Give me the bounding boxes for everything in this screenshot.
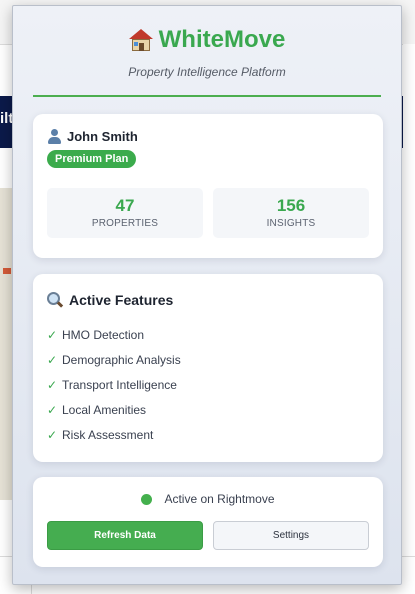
- feature-label: Local Amenities: [62, 402, 147, 417]
- user-icon: [47, 129, 62, 144]
- checkmark-icon: ✓: [47, 377, 58, 392]
- map-strip: [0, 188, 12, 500]
- feature-item: ✓ Transport Intelligence: [47, 372, 369, 397]
- checkmark-icon: ✓: [47, 352, 58, 367]
- feature-label: HMO Detection: [62, 327, 145, 342]
- stat-insights: 156 INSIGHTS: [213, 188, 369, 238]
- brand-name: WhiteMove: [158, 26, 286, 53]
- checkmark-icon: ✓: [47, 327, 58, 342]
- header-divider: [33, 95, 381, 97]
- brand: WhiteMove: [128, 26, 286, 54]
- checkmark-icon: ✓: [47, 402, 58, 417]
- status-text: Active on Rightmove: [164, 492, 275, 506]
- stat-value: 47: [115, 196, 135, 215]
- refresh-data-button[interactable]: Refresh Data: [47, 521, 203, 550]
- feature-item: ✓ HMO Detection: [47, 322, 369, 347]
- action-buttons: Refresh Data Settings: [47, 521, 369, 550]
- user-name: John Smith: [67, 129, 138, 144]
- plan-badge: Premium Plan: [47, 150, 137, 168]
- features-card: Active Features ✓ HMO Detection ✓ Demogr…: [33, 274, 383, 462]
- features-heading: Active Features: [47, 292, 369, 308]
- feature-label: Risk Assessment: [62, 427, 154, 442]
- stat-label: INSIGHTS: [266, 218, 316, 229]
- feature-label: Demographic Analysis: [62, 352, 181, 367]
- features-title: Active Features: [69, 292, 174, 308]
- settings-button[interactable]: Settings: [213, 521, 369, 550]
- user-stats: 47 PROPERTIES 156 INSIGHTS: [47, 188, 369, 238]
- stat-value: 156: [276, 196, 306, 215]
- feature-item: ✓ Risk Assessment: [47, 422, 369, 447]
- feature-item: ✓ Local Amenities: [47, 397, 369, 422]
- popup-header: WhiteMove Property Intelligence Platform: [13, 6, 401, 97]
- stat-properties: 47 PROPERTIES: [47, 188, 203, 238]
- page-right-strip: [403, 44, 415, 584]
- user-card: John Smith Premium Plan 47 PROPERTIES 15…: [33, 114, 383, 258]
- feature-item: ✓ Demographic Analysis: [47, 347, 369, 372]
- status-indicator: Active on Rightmove: [47, 491, 369, 507]
- brand-subtitle: Property Intelligence Platform: [128, 65, 286, 79]
- feature-label: Transport Intelligence: [62, 377, 177, 392]
- user-info: John Smith: [47, 129, 369, 144]
- stat-label: PROPERTIES: [91, 218, 159, 229]
- status-card: Active on Rightmove Refresh Data Setting…: [33, 477, 383, 567]
- status-dot-icon: [141, 493, 153, 505]
- extension-popup: WhiteMove Property Intelligence Platform…: [12, 5, 402, 585]
- checkmark-icon: ✓: [47, 427, 58, 442]
- house-icon: [128, 29, 153, 51]
- search-icon: [47, 292, 64, 308]
